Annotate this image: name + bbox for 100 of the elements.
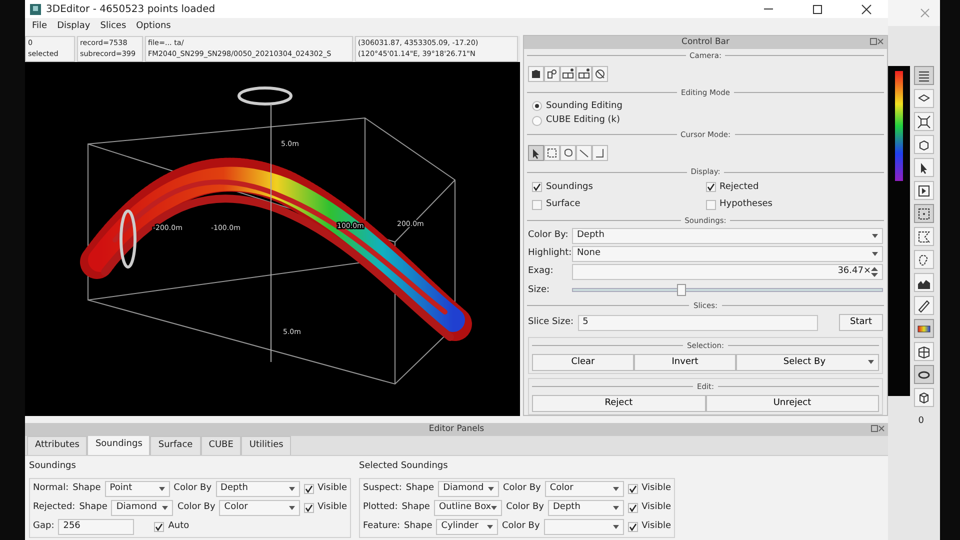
caret-icon	[158, 486, 165, 490]
row-label: Rejected:	[33, 500, 76, 514]
shape-dropdown[interactable]: Outline Box	[434, 500, 502, 516]
checkbox-label: Auto	[168, 520, 190, 533]
caret-icon	[288, 506, 295, 510]
checkbox[interactable]	[628, 522, 638, 532]
panel-tab[interactable]: Utilities	[241, 436, 292, 455]
checkbox[interactable]	[304, 502, 314, 512]
menu-item[interactable]: Options	[135, 20, 172, 34]
selection-button[interactable]: Clear	[532, 354, 634, 371]
toolbar-button[interactable]	[914, 66, 934, 85]
checkbox-label: Visible	[642, 520, 671, 533]
view-icon[interactable]	[578, 68, 590, 80]
shape-dropdown[interactable]: Cylinder	[436, 518, 498, 534]
menu-item[interactable]: Display	[56, 20, 92, 34]
toolbar-button[interactable]	[914, 158, 934, 177]
polygon-select-icon[interactable]	[917, 230, 931, 244]
row-label: Suspect:	[363, 482, 402, 495]
slice-size-field[interactable]: 5	[578, 314, 818, 331]
field-label: Exag:	[528, 265, 554, 278]
checkbox-option[interactable]: Hypotheses	[706, 198, 879, 212]
checkbox-option[interactable]: Surface	[532, 198, 706, 212]
toolbar-button[interactable]	[914, 112, 934, 131]
toolbar-button[interactable]	[914, 319, 934, 338]
caret-icon	[288, 486, 295, 490]
pointer-box-icon[interactable]	[917, 184, 931, 198]
view-icon[interactable]	[594, 68, 606, 80]
toolbar-button[interactable]	[914, 204, 934, 223]
shape-dropdown[interactable]: Point	[104, 480, 170, 496]
dock-close-icon[interactable]	[871, 425, 885, 432]
panel-tab[interactable]: Attributes	[27, 436, 88, 455]
toolbar-button[interactable]	[914, 227, 934, 246]
menu-item[interactable]: Slices	[99, 20, 128, 34]
spin-arrows-icon	[871, 267, 878, 278]
checkbox-option[interactable]: Soundings	[532, 180, 706, 194]
dock-close-icon[interactable]	[870, 38, 884, 45]
toolbar-button[interactable]	[914, 388, 934, 407]
toolbar-button[interactable]	[914, 181, 934, 200]
cube-arrows-icon[interactable]	[917, 114, 931, 128]
checkbox[interactable]	[628, 484, 638, 494]
window-title: 3DEditor - 4650523 points loaded	[46, 2, 216, 16]
panel-tab[interactable]: Surface	[150, 436, 201, 455]
slider-thumb[interactable]	[677, 284, 686, 296]
highlight-dropdown[interactable]: None	[572, 246, 883, 262]
rotation-ring-icon[interactable]	[238, 86, 292, 106]
caret-icon	[612, 506, 619, 510]
close-icon[interactable]	[860, 4, 872, 14]
field-label: Color By	[506, 500, 544, 514]
mesh-icon[interactable]	[917, 344, 931, 358]
field-label: Shape	[404, 520, 432, 533]
view-icon[interactable]	[562, 68, 574, 80]
selection-button[interactable]: Invert	[634, 354, 736, 371]
caret-icon	[486, 524, 493, 528]
toolbar-button[interactable]	[914, 296, 934, 315]
rectangle-select-icon[interactable]	[917, 206, 931, 220]
color-by-dropdown[interactable]: Color	[544, 480, 624, 496]
gap-field[interactable]: 256	[58, 518, 134, 534]
shape-dropdown[interactable]: Diamond	[111, 500, 174, 516]
color-by-dropdown[interactable]: Depth	[548, 500, 624, 516]
caret-icon	[488, 486, 494, 490]
radio-option[interactable]: CUBE Editing (k)	[524, 114, 887, 128]
rotation-ring-icon[interactable]	[120, 210, 136, 268]
edit-button[interactable]: Unreject	[706, 395, 879, 412]
start-button[interactable]: Start	[839, 314, 883, 332]
field-label: Color By	[502, 482, 541, 495]
menu-item[interactable]: File	[31, 20, 48, 34]
color-by-dropdown[interactable]: Color	[219, 500, 300, 516]
checkbox[interactable]	[304, 484, 314, 494]
field-label: Slice Size:	[528, 316, 574, 329]
maximize-icon[interactable]	[812, 4, 822, 14]
grid-icon[interactable]	[917, 68, 931, 82]
camera-icon[interactable]	[530, 68, 542, 80]
checkbox-option[interactable]: Rejected	[706, 180, 879, 194]
field-label: Shape	[72, 482, 101, 495]
toolbar-button[interactable]	[914, 273, 934, 292]
field-label: Gap:	[33, 520, 54, 533]
edit-button[interactable]: Reject	[532, 395, 706, 412]
view-icon[interactable]	[546, 68, 558, 80]
color-by-dropdown[interactable]	[544, 518, 624, 534]
checkbox[interactable]	[628, 502, 638, 512]
toolbar-button[interactable]	[914, 250, 934, 269]
radio-option[interactable]: Sounding Editing	[524, 99, 887, 114]
exag-spinbox[interactable]: 36.47×	[572, 264, 883, 280]
panel-tab[interactable]: CUBE	[200, 436, 242, 455]
color-by-dropdown[interactable]: Depth	[216, 480, 300, 496]
caret-icon	[612, 486, 619, 490]
caret-icon	[868, 360, 874, 364]
select-by-dropdown[interactable]: Select By	[736, 354, 879, 371]
toolbar-button[interactable]	[914, 342, 934, 361]
ruler-icon[interactable]	[917, 298, 931, 312]
toolbar-button[interactable]	[914, 135, 934, 154]
checkbox[interactable]	[154, 522, 164, 532]
panel-tab[interactable]: Soundings	[87, 434, 150, 455]
shape-dropdown[interactable]: Diamond	[438, 480, 499, 496]
toolbar-button[interactable]	[914, 89, 934, 108]
caret-icon	[872, 252, 878, 256]
row-label: Plotted:	[363, 500, 398, 514]
toolbar-button[interactable]	[914, 365, 934, 384]
checkmark-icon	[533, 183, 541, 192]
color-by-dropdown[interactable]: Depth	[572, 228, 883, 244]
